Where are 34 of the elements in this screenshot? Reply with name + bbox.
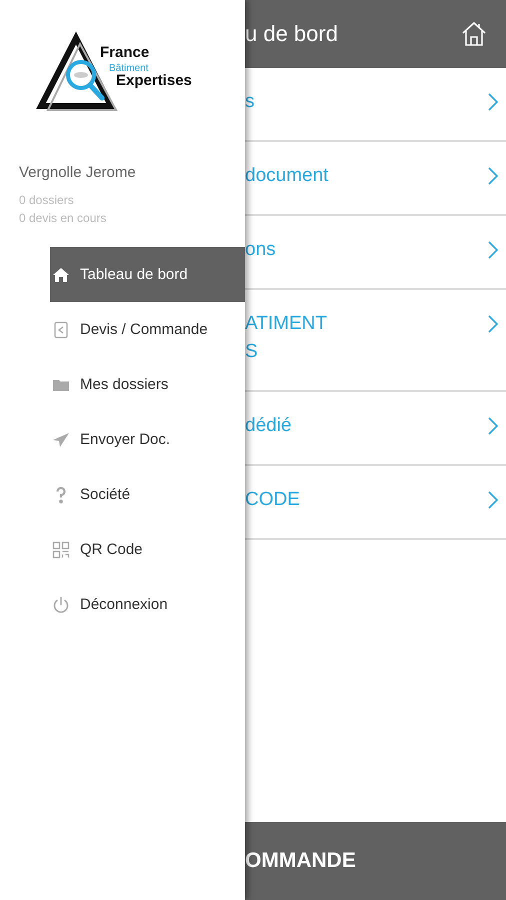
home-icon[interactable] — [460, 20, 488, 48]
qr-code-icon — [52, 540, 70, 558]
logo-subtext: Bâtiment — [109, 63, 148, 74]
logo-text: France — [100, 44, 150, 61]
chevron-right-icon — [487, 92, 499, 112]
row-label: dédié — [245, 414, 292, 438]
chevron-right-icon — [487, 166, 499, 186]
row-label: s — [245, 90, 254, 114]
menu-item[interactable]: QR Code — [50, 522, 245, 577]
home-icon — [52, 266, 70, 284]
chevron-right-icon — [487, 314, 499, 334]
paper-plane-icon — [52, 430, 70, 448]
page-title: u de bord — [245, 21, 338, 47]
document-icon — [52, 320, 70, 338]
user-stat: 0 devis en cours — [19, 210, 108, 227]
menu-item[interactable]: Tableau de bord — [50, 247, 245, 302]
menu-item[interactable]: Envoyer Doc. — [50, 412, 245, 467]
chevron-right-icon — [487, 240, 499, 260]
chevron-right-icon — [487, 490, 499, 510]
row-label: document — [245, 164, 328, 188]
menu-item[interactable]: Devis / Commande — [50, 302, 245, 357]
power-icon — [52, 596, 70, 614]
row-label: S — [245, 340, 259, 364]
user-stat: 0 dossiers — [19, 192, 75, 209]
user-name: Vergnolle Jerome — [19, 164, 137, 181]
row-label: CODE — [245, 488, 300, 512]
chevron-right-icon — [487, 416, 499, 436]
row-label: ons — [245, 238, 276, 262]
menu-item[interactable]: Société — [50, 467, 245, 522]
order-bar[interactable]: OMMANDE — [245, 822, 506, 900]
logo-text: Expertises — [116, 72, 192, 89]
row-label: ATIMENT — [245, 312, 327, 336]
menu-item[interactable]: Mes dossiers — [50, 357, 245, 412]
menu-item[interactable]: Déconnexion — [50, 577, 245, 632]
